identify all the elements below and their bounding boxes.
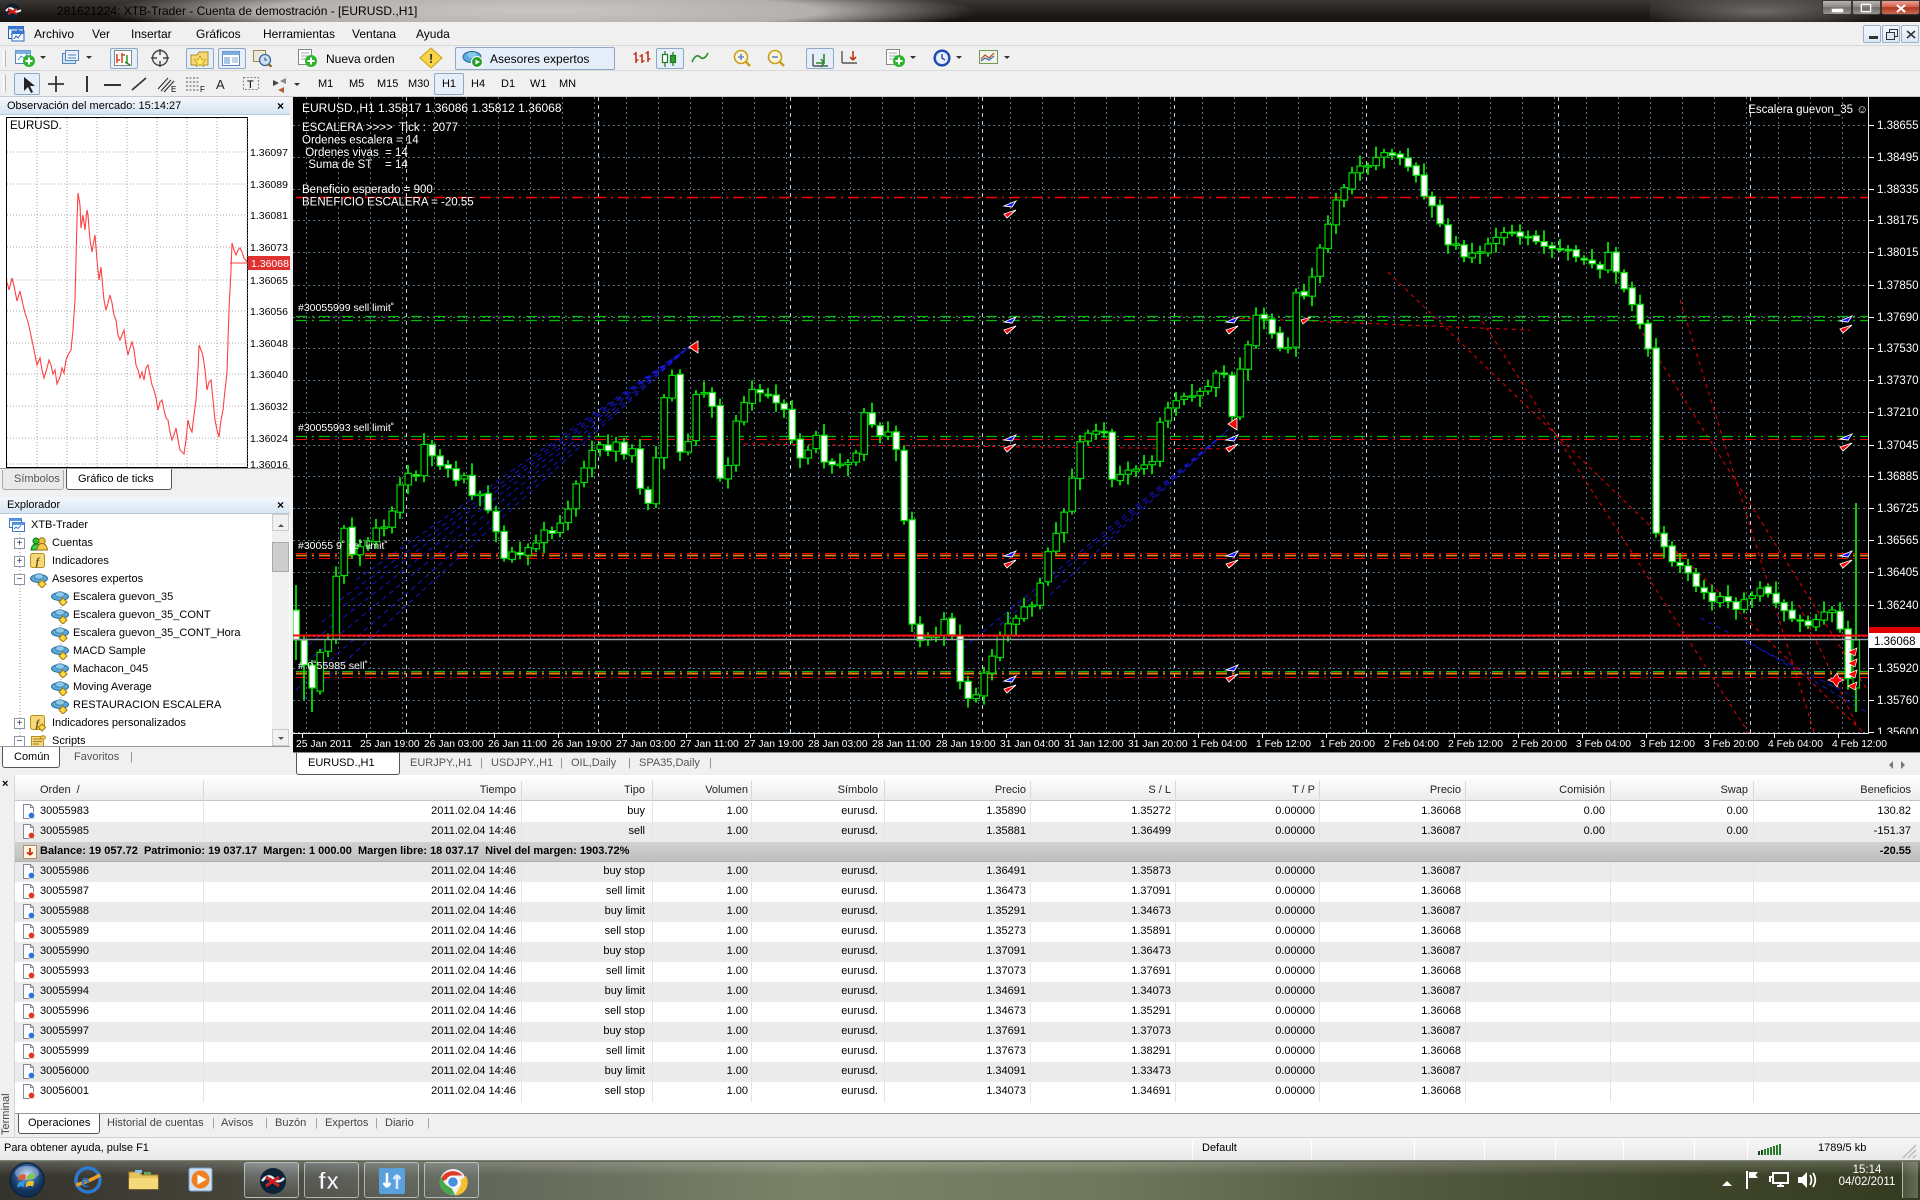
svg-text:2 Feb 20:00: 2 Feb 20:00 [1512,739,1567,750]
svg-text:T: T [247,79,254,91]
svg-text:1.37690: 1.37690 [1877,312,1919,324]
svg-text:1.36068: 1.36068 [1874,636,1916,648]
svg-text:#30055999 sell limit˚: #30055999 sell limit˚ [298,302,394,314]
svg-text:31 Jan 04:00: 31 Jan 04:00 [1000,739,1060,750]
svg-text:31 Jan 20:00: 31 Jan 20:00 [1128,739,1188,750]
svg-text:fx: fx [318,1168,340,1195]
svg-text:!: ! [429,51,433,66]
svg-text:1.38495: 1.38495 [1877,152,1919,164]
svg-text:1.36725: 1.36725 [1877,503,1919,515]
svg-text:1.36068: 1.36068 [251,258,289,270]
svg-text:1.36040: 1.36040 [250,369,288,381]
svg-text:1.36056: 1.36056 [250,306,288,318]
svg-text:4 Feb 04:00: 4 Feb 04:00 [1768,739,1823,750]
svg-text:1.36089: 1.36089 [250,179,288,191]
svg-text:1.36048: 1.36048 [250,338,288,350]
svg-text:1.36097: 1.36097 [250,147,288,159]
svg-text:e: e [81,1171,89,1192]
svg-text:Ordenes escalera = 14: Ordenes escalera = 14 [302,134,419,146]
svg-text:25 Jan 2011: 25 Jan 2011 [296,739,352,750]
svg-text:3 Feb 12:00: 3 Feb 12:00 [1640,739,1695,750]
svg-text:28 Jan 19:00: 28 Jan 19:00 [936,739,996,750]
svg-text:1.37210: 1.37210 [1877,407,1919,419]
svg-text:#˚0˚55985 sell˚: #˚0˚55985 sell˚ [298,660,368,672]
svg-text:1.38015: 1.38015 [1877,247,1919,259]
svg-text:1.36885: 1.36885 [1877,471,1919,483]
svg-text:1.35760: 1.35760 [1877,695,1919,707]
svg-text:2 Feb 12:00: 2 Feb 12:00 [1448,739,1503,750]
svg-text:4 Feb 12:00: 4 Feb 12:00 [1832,739,1887,750]
svg-text:3 Feb 04:00: 3 Feb 04:00 [1576,739,1631,750]
svg-text:2 Feb 04:00: 2 Feb 04:00 [1384,739,1439,750]
svg-text:27 Jan 03:00: 27 Jan 03:00 [616,739,676,750]
svg-text:28 Jan 03:00: 28 Jan 03:00 [808,739,868,750]
svg-text:27 Jan 11:00: 27 Jan 11:00 [680,739,739,750]
svg-text:1.37045: 1.37045 [1877,440,1919,452]
svg-text:1 Feb 04:00: 1 Feb 04:00 [1192,739,1247,750]
svg-text:1.37850: 1.37850 [1877,280,1919,292]
svg-text:Suma de ST = 14: Suma de ST = 14 [302,159,408,171]
svg-text:Beneficio esperado = 900: Beneficio esperado = 900 [302,184,433,196]
svg-text:31 Jan 12:00: 31 Jan 12:00 [1064,739,1124,750]
svg-text:1.36024: 1.36024 [250,433,288,445]
svg-text:1 Feb 20:00: 1 Feb 20:00 [1320,739,1375,750]
svg-text:#30055993 sell limit˚: #30055993 sell limit˚ [298,422,394,434]
svg-text:26 Jan 03:00: 26 Jan 03:00 [424,739,484,750]
svg-text:EURUSD.: EURUSD. [10,120,62,132]
svg-text:E: E [171,85,176,93]
svg-text:1.36073: 1.36073 [250,242,288,254]
svg-text:1.38655: 1.38655 [1877,120,1919,132]
svg-text:#30055 9˚ se˚ limit˚: #30055 9˚ se˚ limit˚ [298,540,388,552]
svg-text:1.36240: 1.36240 [1877,600,1919,612]
svg-text:1.36032: 1.36032 [250,401,288,413]
svg-text:1.36565: 1.36565 [1877,535,1919,547]
svg-text:1.37370: 1.37370 [1877,375,1919,387]
svg-text:Ordenes vivas = 14: Ordenes vivas = 14 [302,147,408,159]
svg-text:BENEFICIO ESCALERA = -20.55: BENEFICIO ESCALERA = -20.55 [302,196,474,208]
svg-text:1.36081: 1.36081 [250,210,288,222]
svg-text:ESCALERA >>>> Tick : 2077: ESCALERA >>>> Tick : 2077 [302,122,458,134]
svg-text:1.36065: 1.36065 [250,275,288,287]
svg-text:1.36405: 1.36405 [1877,567,1919,579]
svg-text:EURUSD.,H1 1.35817 1.36086 1.: EURUSD.,H1 1.35817 1.36086 1.35812 1.360… [302,101,562,115]
svg-text:25 Jan 19:00: 25 Jan 19:00 [360,739,420,750]
svg-text:1 Feb 12:00: 1 Feb 12:00 [1256,739,1311,750]
svg-text:26 Jan 19:00: 26 Jan 19:00 [552,739,612,750]
svg-text:Escalera guevon_35 ☺: Escalera guevon_35 ☺ [1748,104,1868,116]
svg-text:28 Jan 11:00: 28 Jan 11:00 [872,739,931,750]
svg-text:26 Jan 11:00: 26 Jan 11:00 [488,739,547,750]
svg-text:1.37530: 1.37530 [1877,343,1919,355]
svg-text:3 Feb 20:00: 3 Feb 20:00 [1704,739,1759,750]
svg-text:27 Jan 19:00: 27 Jan 19:00 [744,739,804,750]
svg-text:F: F [200,85,205,93]
svg-text:1.35920: 1.35920 [1877,663,1919,675]
svg-text:1.38175: 1.38175 [1877,215,1919,227]
svg-text:1.38335: 1.38335 [1877,184,1919,196]
